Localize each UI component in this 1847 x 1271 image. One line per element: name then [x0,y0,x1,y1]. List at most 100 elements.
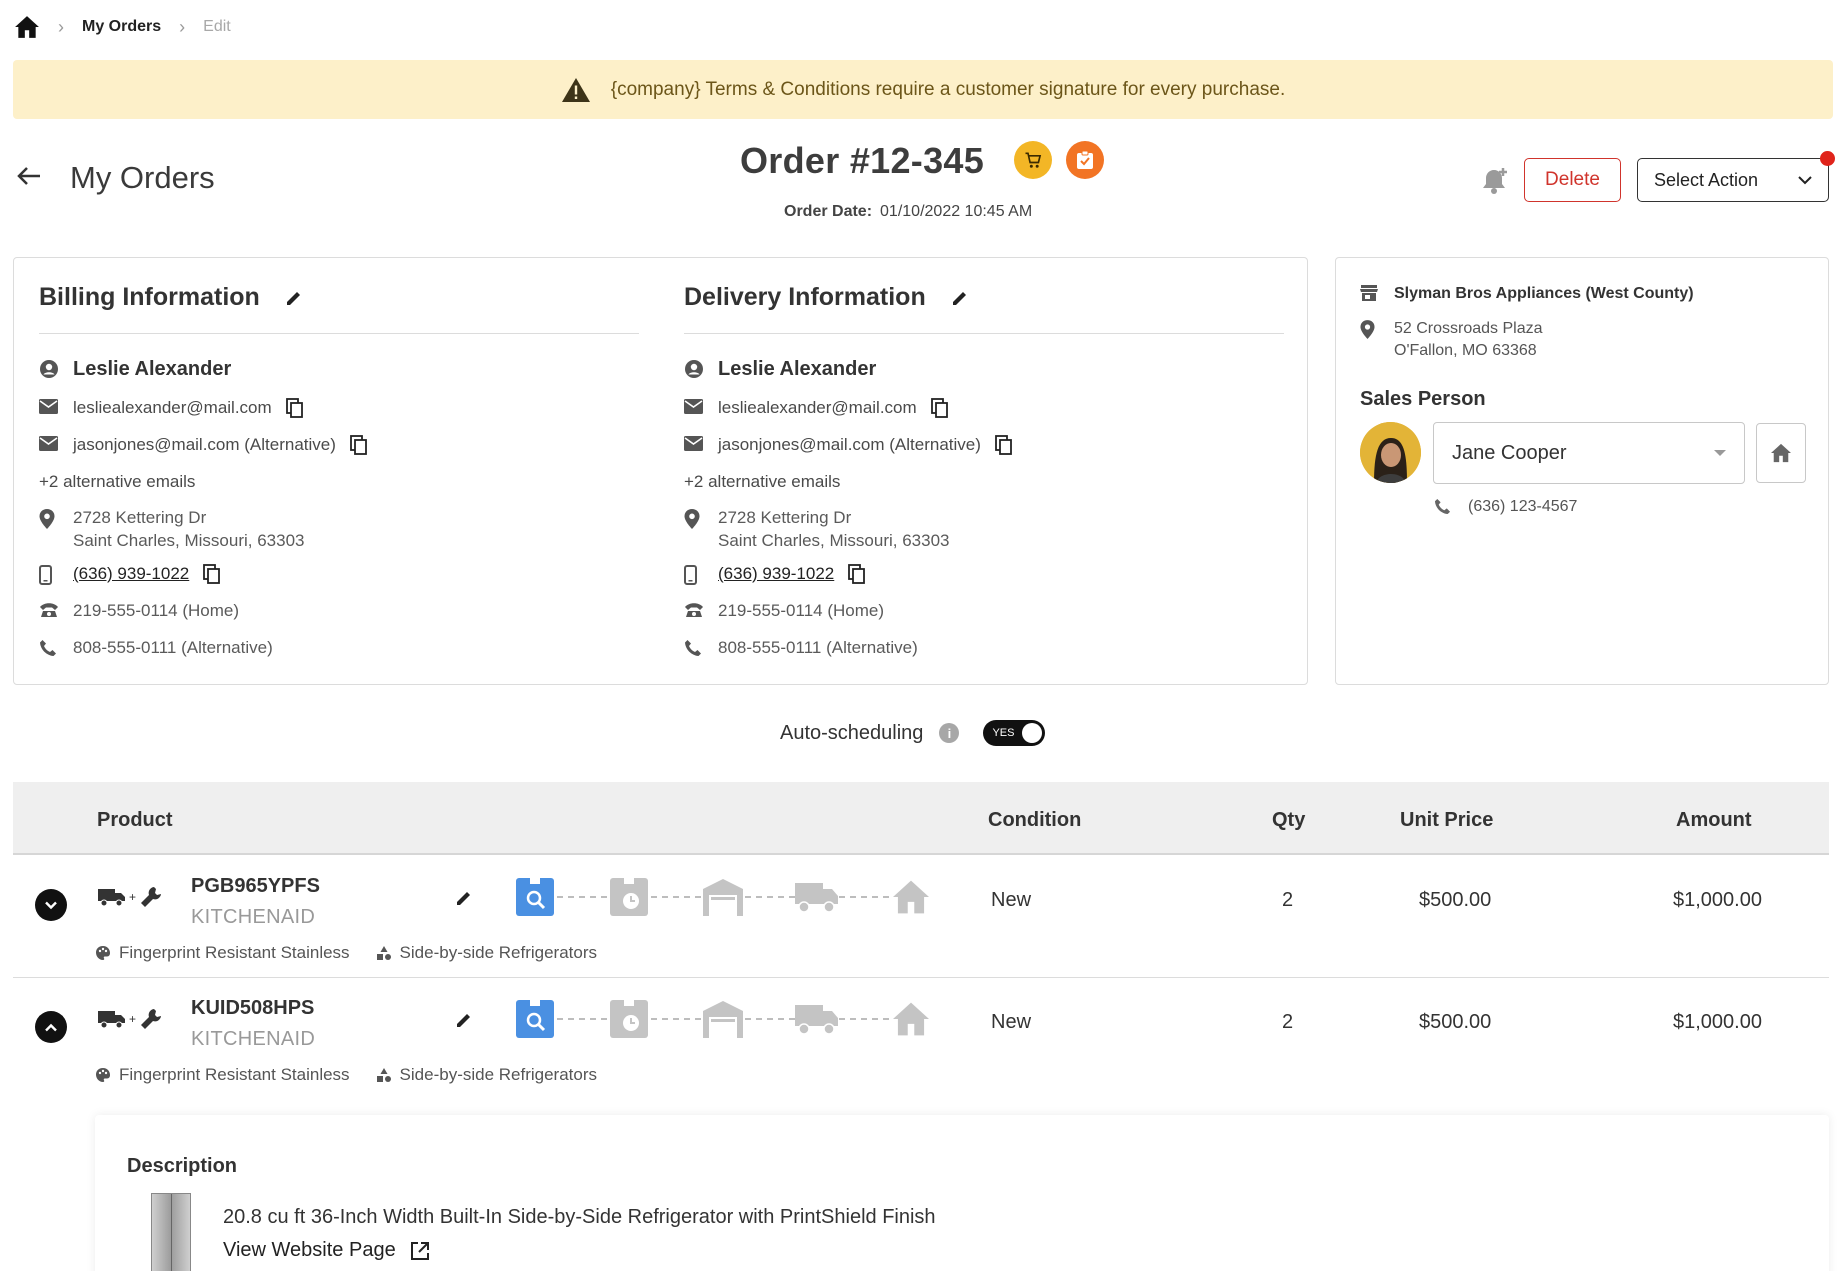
billing-name: Leslie Alexander [73,358,232,380]
scheduled-icon[interactable] [607,875,651,919]
inspection-icon[interactable] [513,875,557,919]
edit-pencil-icon[interactable] [926,289,969,307]
bell-plus-icon[interactable] [1481,166,1511,196]
edit-pencil-icon[interactable] [260,289,303,307]
delivery-install-service: + [98,1007,163,1031]
store-home-button[interactable] [1756,423,1806,483]
view-website-link[interactable]: View Website Page [223,1239,430,1262]
delivery-home-phone: 219-555-0114 [718,601,823,620]
mail-icon [39,436,59,451]
palette-icon [95,1067,119,1083]
store-address-line2: O'Fallon, MO 63368 [1394,342,1537,359]
wrench-icon [139,1007,163,1031]
delete-button[interactable]: Delete [1524,158,1621,202]
billing-mobile-row: (636) 939-1022 [39,564,221,585]
truck-icon[interactable] [795,875,839,919]
pipeline-connector [557,896,607,898]
products-table-header: Product Condition Qty Unit Price Amount [13,782,1829,855]
product-description-panel: Description 20.8 cu ft 36-Inch Width Bui… [95,1115,1829,1271]
copy-icon[interactable] [285,398,303,418]
truck-icon[interactable] [795,997,839,1041]
billing-more-emails[interactable]: +2 alternative emails [39,472,195,492]
copy-icon[interactable] [350,435,367,455]
scheduled-icon[interactable] [607,997,651,1041]
billing-home-label: (Home) [182,601,240,620]
billing-alt-email-row: jasonjones@mail.com (Alternative) [39,435,367,455]
mail-icon [684,399,704,414]
billing-alt-email: jasonjones@mail.com (Alternative) [73,435,336,454]
cart-badge-icon [1014,141,1052,179]
copy-icon[interactable] [995,435,1012,455]
product-attributes: Fingerprint Resistant Stainless Side-by-… [95,1065,597,1085]
sales-person-avatar [1360,422,1421,483]
copy-icon[interactable] [203,564,221,584]
delivery-alt-email-row: jasonjones@mail.com (Alternative) [684,435,1012,455]
mail-icon [684,436,704,451]
billing-mobile-link[interactable]: (636) 939-1022 [73,564,189,584]
delivery-address-line2: Saint Charles, Missouri, 63303 [718,531,950,550]
col-condition: Condition [988,809,1082,831]
auto-scheduling: Auto-scheduling i YES [780,720,1046,746]
category-icon [376,1067,400,1083]
phone-icon [684,639,704,657]
warehouse-icon[interactable] [701,997,745,1041]
copy-icon[interactable] [848,564,866,584]
billing-title-text: Billing Information [39,283,260,311]
product-thumbnail [151,1193,191,1271]
product-sku[interactable]: KUID508HPS [191,997,314,1020]
billing-alt-phone-row: 808-555-0111 (Alternative) [39,638,273,658]
row-amount: $1,000.00 [1673,1011,1762,1033]
truck-icon [98,887,126,907]
home-icon[interactable] [14,15,40,39]
table-row: + KUID508HPS KITCHENAID New 2 $500.00 $1… [13,979,1829,1109]
back-arrow-icon[interactable] [16,165,42,187]
phone-icon [1434,498,1454,515]
person-icon [684,359,704,379]
landline-phone-icon [39,602,59,618]
store-name-row: Slyman Bros Appliances (West County) [1360,285,1694,303]
product-category: Side-by-side Refrigerators [399,943,598,962]
delivery-install-service: + [98,885,163,909]
order-title: Order #12-345 [740,140,985,181]
product-brand: KITCHENAID [191,1028,316,1050]
store-address-line1: 52 Crossroads Plaza [1394,320,1543,337]
billing-email-row: lesliealexander@mail.com [39,398,303,418]
home-icon[interactable] [889,875,933,919]
edit-pencil-icon[interactable] [455,889,473,907]
row-amount: $1,000.00 [1673,889,1762,911]
toggle-text: YES [992,727,1015,739]
breadcrumb-my-orders[interactable]: My Orders [82,18,161,36]
home-icon [1770,443,1792,463]
info-icon[interactable]: i [939,723,960,743]
expand-chevron-down-icon[interactable] [35,889,67,921]
select-action-dropdown[interactable]: Select Action [1637,158,1829,202]
home-icon[interactable] [889,997,933,1041]
breadcrumb-edit: Edit [203,18,231,35]
col-unit-price: Unit Price [1400,809,1494,831]
delivery-title: Delivery Information [684,283,969,312]
delivery-more-emails-text: +2 alternative emails [684,472,841,491]
pipeline-connector [839,1018,889,1020]
auto-scheduling-label: Auto-scheduling [780,721,924,744]
delivery-name-row: Leslie Alexander [684,358,876,381]
billing-home-phone-row: 219-555-0114 (Home) [39,601,239,621]
inspection-icon[interactable] [513,997,557,1041]
delivery-title-text: Delivery Information [684,283,926,311]
edit-pencil-icon[interactable] [455,1011,473,1029]
delivery-more-emails[interactable]: +2 alternative emails [684,472,840,492]
delivery-mobile-row: (636) 939-1022 [684,564,866,585]
collapse-chevron-up-icon[interactable] [35,1011,67,1043]
sales-person-select[interactable]: Jane Cooper [1433,422,1745,484]
pipeline-connector [557,1018,607,1020]
row-unit-price: $500.00 [1419,1011,1492,1033]
customer-info-card: Billing Information Leslie Alexander les… [13,257,1308,685]
chevron-down-icon [1798,175,1812,185]
table-row: + PGB965YPFS KITCHENAID New 2 $500.00 $1… [13,857,1829,978]
product-sku[interactable]: PGB965YPFS [191,875,320,898]
col-qty: Qty [1272,809,1306,831]
delivery-mobile-link[interactable]: (636) 939-1022 [718,564,834,584]
auto-scheduling-toggle[interactable]: YES [983,720,1046,746]
external-link-icon [396,1241,430,1261]
copy-icon[interactable] [930,398,948,418]
warehouse-icon[interactable] [701,875,745,919]
